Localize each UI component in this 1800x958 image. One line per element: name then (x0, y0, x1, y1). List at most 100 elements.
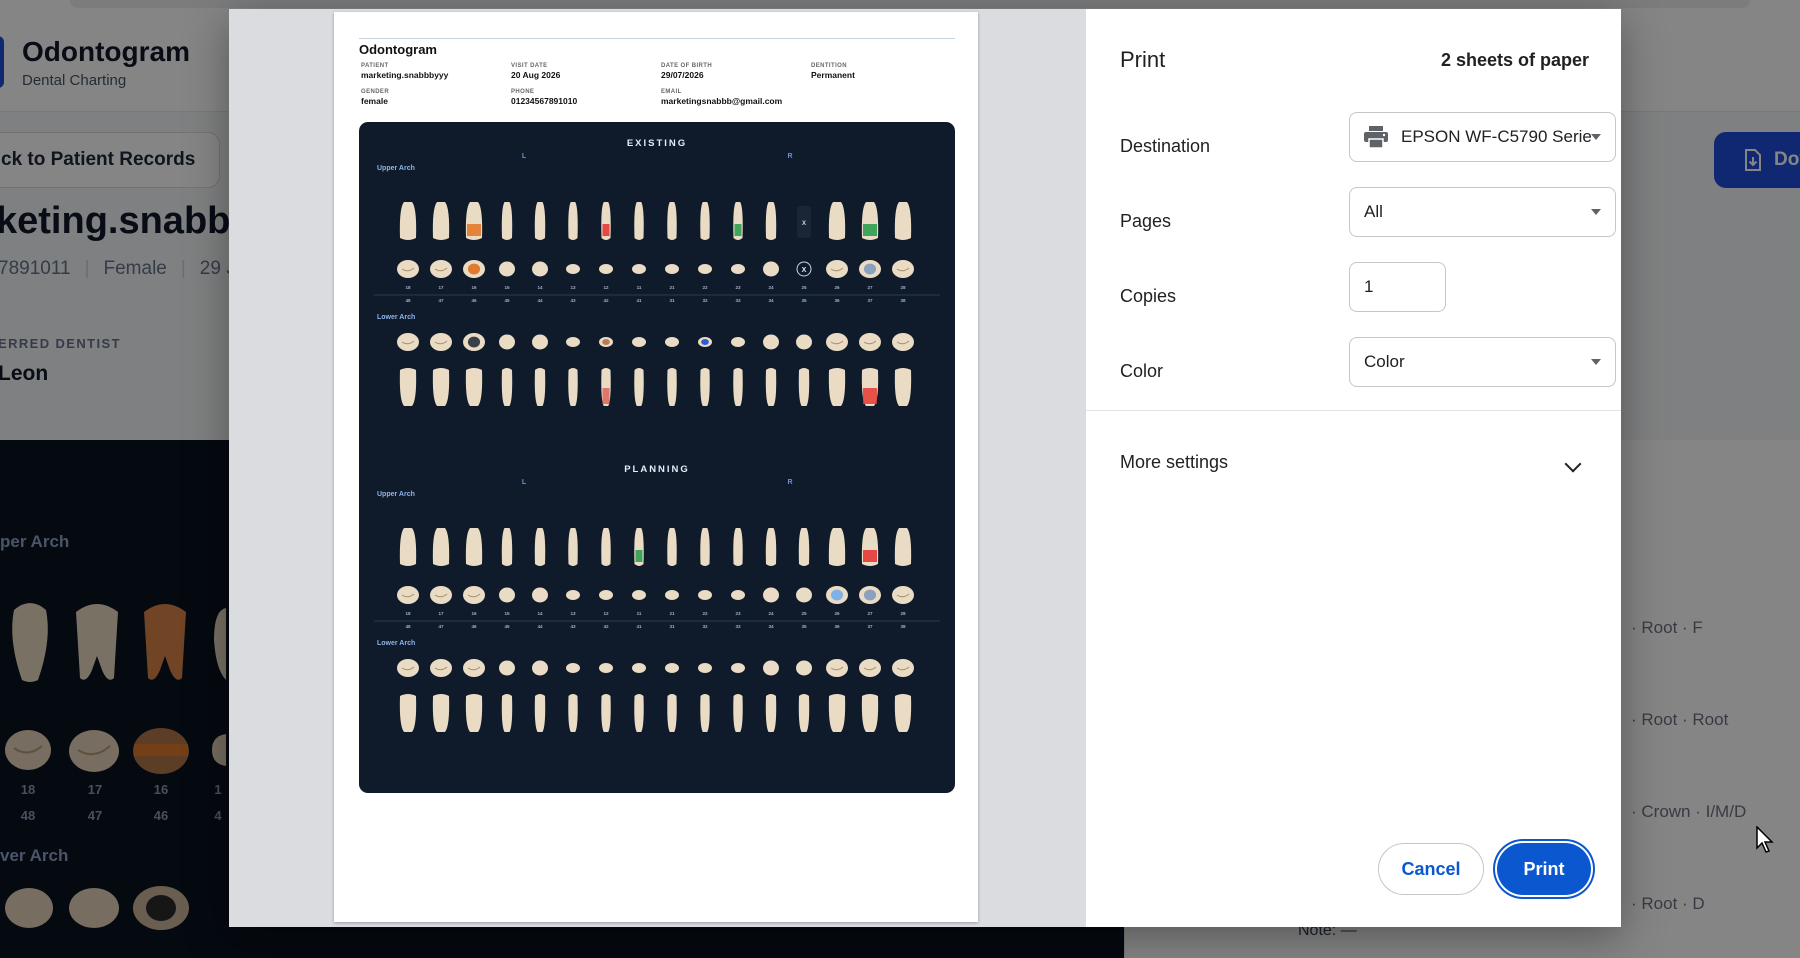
tooth-number: 18 (405, 611, 411, 616)
tooth-number: 34 (768, 298, 774, 303)
tooth-occlusal-icon (731, 264, 745, 274)
field-label: GENDER (361, 89, 390, 95)
treatment-mark (602, 388, 610, 404)
sheet-field-email: EMAIL marketingsnabbb@gmail.com (661, 89, 782, 106)
more-settings-toggle[interactable]: More settings (1120, 452, 1228, 473)
upper-arch-label: Upper Arch (377, 491, 415, 498)
tooth-occlusal-icon (665, 663, 679, 673)
tooth-icon (568, 202, 578, 240)
tooth-occlusal-icon (532, 261, 548, 277)
tooth-occlusal-icon (397, 333, 419, 351)
tooth-occlusal-icon (892, 659, 914, 677)
tooth-icon (700, 528, 710, 566)
treatment-mark (602, 224, 610, 236)
tooth-occlusal-icon (763, 587, 779, 603)
destination-value: EPSON WF-C5790 Series (1401, 127, 1591, 146)
tooth-occlusal-icon (463, 586, 485, 604)
tooth-number: 41 (636, 298, 642, 303)
tooth-icon (700, 368, 710, 406)
tooth-occlusal-icon (892, 333, 914, 351)
printer-icon (1364, 126, 1388, 148)
tooth-icon (667, 528, 677, 566)
color-label: Color (1120, 361, 1164, 381)
chevron-down-icon[interactable] (1564, 455, 1582, 473)
tooth-number: 23 (735, 285, 741, 290)
tooth-occlusal-icon (499, 261, 515, 277)
tooth-occlusal-icon (763, 660, 779, 676)
tooth-icon (432, 202, 450, 240)
tooth-occlusal-icon (599, 264, 613, 274)
tooth-icon (828, 368, 846, 406)
tooth-icon (733, 528, 743, 566)
tooth-number: 37 (867, 624, 873, 629)
print-dialog: Odontogram PATIENT marketing.snabbbyyy VI… (229, 9, 1621, 927)
print-button[interactable]: Print (1497, 843, 1591, 895)
tooth-occlusal-icon (599, 590, 613, 600)
tooth-occlusal-icon (566, 663, 580, 673)
tooth-icon (894, 528, 912, 566)
destination-select[interactable]: EPSON WF-C5790 Series (1349, 112, 1616, 162)
tooth-number: 15 (504, 611, 510, 616)
side-label-left: L (522, 479, 527, 486)
tooth-icon (432, 528, 450, 566)
tooth-occlusal-icon (499, 334, 515, 350)
pages-label: Pages (1120, 211, 1172, 231)
tooth-occlusal-icon (566, 337, 580, 347)
tooth-number: 45 (504, 298, 510, 303)
field-label: DENTITION (811, 63, 847, 69)
dropdown-caret-icon (1591, 134, 1601, 140)
tooth-occlusal-icon (566, 590, 580, 600)
tooth-number: 32 (702, 624, 708, 629)
field-value: Permanent (811, 70, 855, 80)
tooth-number: 22 (702, 285, 708, 290)
tooth-occlusal-icon (665, 264, 679, 274)
tooth-icon (634, 694, 644, 732)
tooth-number: 16 (471, 285, 477, 290)
color-select[interactable]: Color (1349, 337, 1616, 387)
tooth-icon (667, 694, 677, 732)
sheet-field-visit-date: VISIT DATE 20 Aug 2026 (511, 63, 560, 80)
tooth-number: 13 (570, 611, 576, 616)
preview-page: Odontogram PATIENT marketing.snabbbyyy VI… (334, 12, 978, 922)
tooth-icon (501, 368, 513, 406)
treatment-mark (467, 224, 481, 236)
sheet-field-gender: GENDER female (361, 89, 389, 106)
cancel-button[interactable]: Cancel (1378, 843, 1484, 895)
tooth-icon (828, 202, 846, 240)
tooth-number: 11 (637, 285, 642, 290)
tooth-number: 26 (834, 611, 840, 616)
tooth-icon (765, 202, 777, 240)
tooth-number: 31 (669, 298, 675, 303)
tooth-icon (861, 694, 879, 732)
tooth-occlusal-icon (731, 337, 745, 347)
tooth-occlusal-icon (632, 337, 646, 347)
treatment-mark (863, 388, 877, 404)
pages-select[interactable]: All (1349, 187, 1616, 237)
tooth-number: 21 (669, 611, 675, 616)
tooth-occlusal-icon (499, 587, 515, 603)
tooth-occlusal-icon (796, 660, 812, 676)
tooth-icon (894, 202, 912, 240)
tooth-icon (601, 694, 611, 732)
copies-input[interactable]: 1 (1349, 262, 1446, 312)
tooth-icon (828, 528, 846, 566)
tooth-number: 28 (900, 285, 906, 290)
tooth-number: 22 (702, 611, 708, 616)
mouse-cursor-icon (1756, 826, 1774, 853)
tooth-number: 11 (637, 611, 642, 616)
tooth-icon (667, 368, 677, 406)
field-label: VISIT DATE (511, 63, 548, 69)
tooth-icon (399, 368, 417, 406)
tooth-icon (765, 528, 777, 566)
tooth-occlusal-icon (763, 261, 779, 277)
tooth-number: 17 (438, 611, 444, 616)
tooth-number: 25 (801, 611, 807, 616)
print-settings-panel: Print 2 sheets of paper Destination EPSO… (1086, 9, 1621, 927)
tooth-icon (798, 694, 810, 732)
tooth-number: 46 (471, 624, 477, 629)
tooth-occlusal-icon (430, 260, 452, 278)
tooth-occlusal-icon (499, 660, 515, 676)
tooth-icon (501, 694, 513, 732)
tooth-occlusal-icon (632, 590, 646, 600)
print-preview-area[interactable]: Odontogram PATIENT marketing.snabbbyyy VI… (229, 9, 1086, 927)
